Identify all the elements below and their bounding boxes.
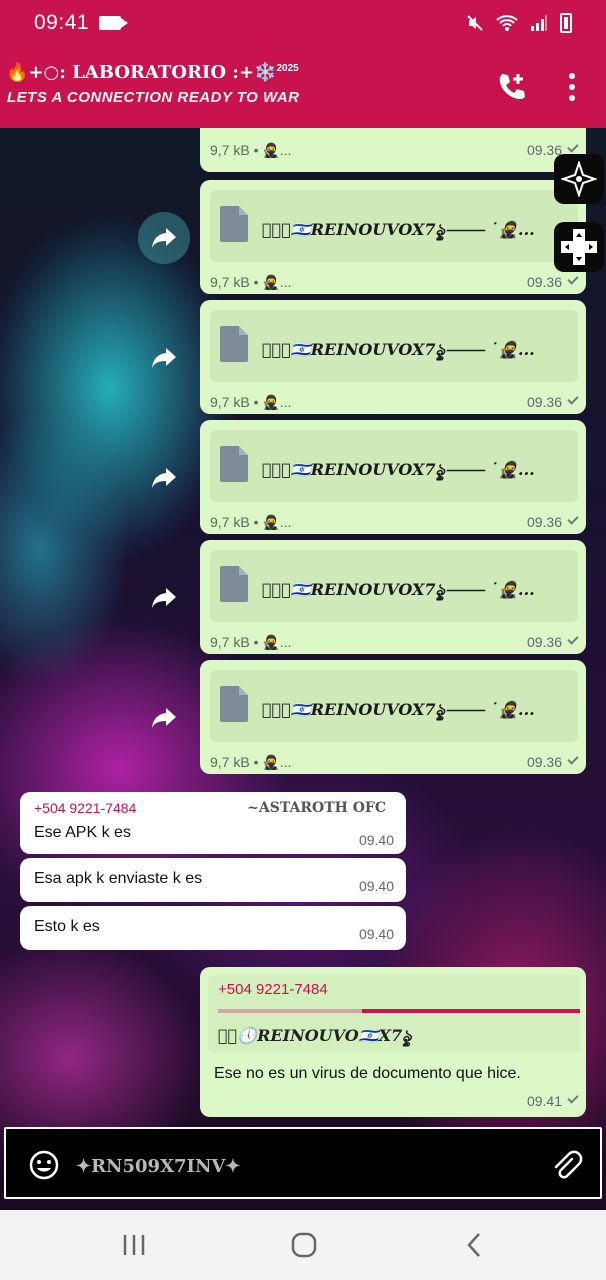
message-time: 09.36 [526,394,562,410]
shuriken-float-button[interactable] [554,154,604,204]
system-navigation-bar [0,1210,606,1280]
document-card[interactable]: ⸻✪ৢ🇮🇱REINOUVOX7ৡৢ⸻ ˙🥷... [210,550,578,622]
forward-button[interactable] [138,212,190,264]
message-time: 09.40 [358,832,394,848]
dpad-float-button[interactable] [554,222,604,272]
sent-tick-icon [567,513,579,525]
document-icon [220,446,248,482]
incoming-message[interactable]: Esa apk k enviaste k es 09.40 [20,858,406,902]
back-button[interactable] [454,1230,494,1260]
group-title-year: 2025 [276,63,299,74]
forward-button[interactable] [138,332,190,384]
sent-tick-icon [567,633,579,645]
chat-area[interactable]: 9,7 kB • 🥷... 09.36 ⸻✪ৢ🇮🇱REINOUVOX7ৡৢ⸻ ˙… [0,128,606,1210]
sent-tick-icon [567,753,579,765]
forward-icon [152,588,176,608]
emoji-icon[interactable] [28,1149,60,1181]
file-size: 9,7 kB • 🥷... [210,274,292,290]
group-subtitle: LETS A CONNECTION READY TO WAR [7,89,300,106]
sent-tick-icon [567,141,579,153]
document-message[interactable]: 9,7 kB • 🥷... 09.36 [200,128,586,172]
sent-tick-icon [567,1092,579,1104]
document-name: ⸻✪ৢ🇮🇱REINOUVOX7ৡৢ⸻ ˙🥷... [262,220,535,239]
file-size: 9,7 kB • 🥷... [210,394,292,410]
message-time: 09.40 [358,926,394,942]
file-size: 9,7 kB • 🥷... [210,514,292,530]
document-name: ⸻✪ৢ🇮🇱REINOUVOX7ৡৢ⸻ ˙🥷... [262,460,535,479]
file-size: 9,7 kB • 🥷... [210,634,292,650]
dpad-icon [561,229,597,265]
document-message[interactable]: ⸻✪ৢ🇮🇱REINOUVOX7ৡৢ⸻ ˙🥷... 9,7 kB • 🥷... 0… [200,540,586,654]
sent-tick-icon [567,393,579,405]
sent-tick-icon [567,273,579,285]
message-input[interactable] [76,1153,516,1179]
status-time: 09:41 [34,11,90,34]
document-icon [220,206,248,242]
forward-icon [152,468,176,488]
forward-button[interactable] [138,452,190,504]
message-text: Esa apk k enviaste k es [34,870,203,887]
message-time: 09.36 [526,754,562,770]
document-message[interactable]: ⸻✪ৢ🇮🇱REINOUVOX7ৡৢ⸻ ˙🥷... 9,7 kB • 🥷... 0… [200,420,586,534]
document-message[interactable]: ⸻✪ৢ🇮🇱REINOUVOX7ৡৢ⸻ ˙🥷... 9,7 kB • 🥷... 0… [200,300,586,414]
document-message[interactable]: ⸻✪ৢ🇮🇱REINOUVOX7ৡৢ⸻ ˙🥷... 9,7 kB • 🥷... 0… [200,180,586,294]
home-icon [291,1232,317,1258]
attach-icon[interactable] [550,1149,584,1183]
back-icon [467,1233,480,1257]
forward-icon [152,348,176,368]
status-bar: 09:41 [0,0,606,46]
sender-pushname: ~ASTAROTH OFC [247,800,386,816]
document-name: ⸻✪ৢ🇮🇱REINOUVOX7ৡৢ⸻ ˙🥷... [262,580,535,599]
message-time: 09.36 [526,514,562,530]
message-time: 09.36 [526,634,562,650]
quoted-name: ⸻ৢ🕔REINOUVO🇮🇱X7ৡৢ [218,1026,412,1045]
message-text: Ese no es un virus de documento que hice… [214,1065,521,1082]
reply-message[interactable]: +504 9221-7484 ⸻ৢ🕔REINOUVO🇮🇱X7ৡৢ Ese no … [200,967,586,1117]
file-size: 9,7 kB • 🥷... [210,754,292,770]
message-input-bar [4,1127,602,1199]
mute-icon [467,15,483,31]
group-title[interactable]: 🔥+○: LABORATORIO :+❄️2025 [6,62,299,83]
recent-apps-button[interactable] [114,1230,154,1260]
document-card[interactable]: ⸻✪ৢ🇮🇱REINOUVOX7ৡৢ⸻ ˙🥷... [210,190,578,262]
document-icon [220,566,248,602]
chat-header[interactable]: 🔥+○: LABORATORIO :+❄️2025 LETS A CONNECT… [0,46,606,128]
quoted-divider [218,1009,580,1013]
message-text: Esto k es [34,918,100,935]
file-size: 9,7 kB • 🥷... [210,142,292,158]
forward-icon [152,228,176,248]
message-time: 09.41 [526,1093,562,1109]
incoming-message[interactable]: Esto k es 09.40 [20,906,406,950]
battery-icon [560,13,572,33]
message-time: 09.36 [526,274,562,290]
group-title-text: 🔥+○: LABORATORIO :+❄️ [6,62,277,83]
document-card[interactable]: ⸻✪ৢ🇮🇱REINOUVOX7ৡৢ⸻ ˙🥷... [210,310,578,382]
document-icon [220,686,248,722]
screen-record-icon [99,16,129,30]
recent-apps-icon [123,1235,145,1255]
incoming-message[interactable]: +504 9221-7484 ~ASTAROTH OFC Ese APK k e… [20,792,406,854]
document-card[interactable]: ⸻✪ৢ🇮🇱REINOUVOX7ৡৢ⸻ ˙🥷... [210,430,578,502]
more-options-button[interactable] [562,70,582,104]
home-button[interactable] [284,1230,324,1260]
document-name: ⸻✪ৢ🇮🇱REINOUVOX7ৡৢ⸻ ˙🥷... [262,700,535,719]
shuriken-icon [561,161,597,197]
forward-button[interactable] [138,572,190,624]
document-card[interactable]: ⸻✪ৢ🇮🇱REINOUVOX7ৡৢ⸻ ˙🥷... [210,670,578,742]
document-name: ⸻✪ৢ🇮🇱REINOUVOX7ৡৢ⸻ ˙🥷... [262,340,535,359]
wifi-icon [496,15,518,31]
quoted-message[interactable]: +504 9221-7484 ⸻ৢ🕔REINOUVO🇮🇱X7ৡৢ [208,975,580,1053]
document-icon [220,326,248,362]
add-call-button[interactable] [496,70,528,102]
message-time: 09.40 [358,878,394,894]
forward-button[interactable] [138,692,190,744]
document-message[interactable]: ⸻✪ৢ🇮🇱REINOUVOX7ৡৢ⸻ ˙🥷... 9,7 kB • 🥷... 0… [200,660,586,774]
quoted-sender: +504 9221-7484 [218,981,328,998]
sender-phone[interactable]: +504 9221-7484 [34,800,136,816]
add-call-icon [499,74,525,100]
message-text: Ese APK k es [34,824,131,841]
forward-icon [152,708,176,728]
status-icons [466,13,572,33]
signal-icon [531,15,547,31]
